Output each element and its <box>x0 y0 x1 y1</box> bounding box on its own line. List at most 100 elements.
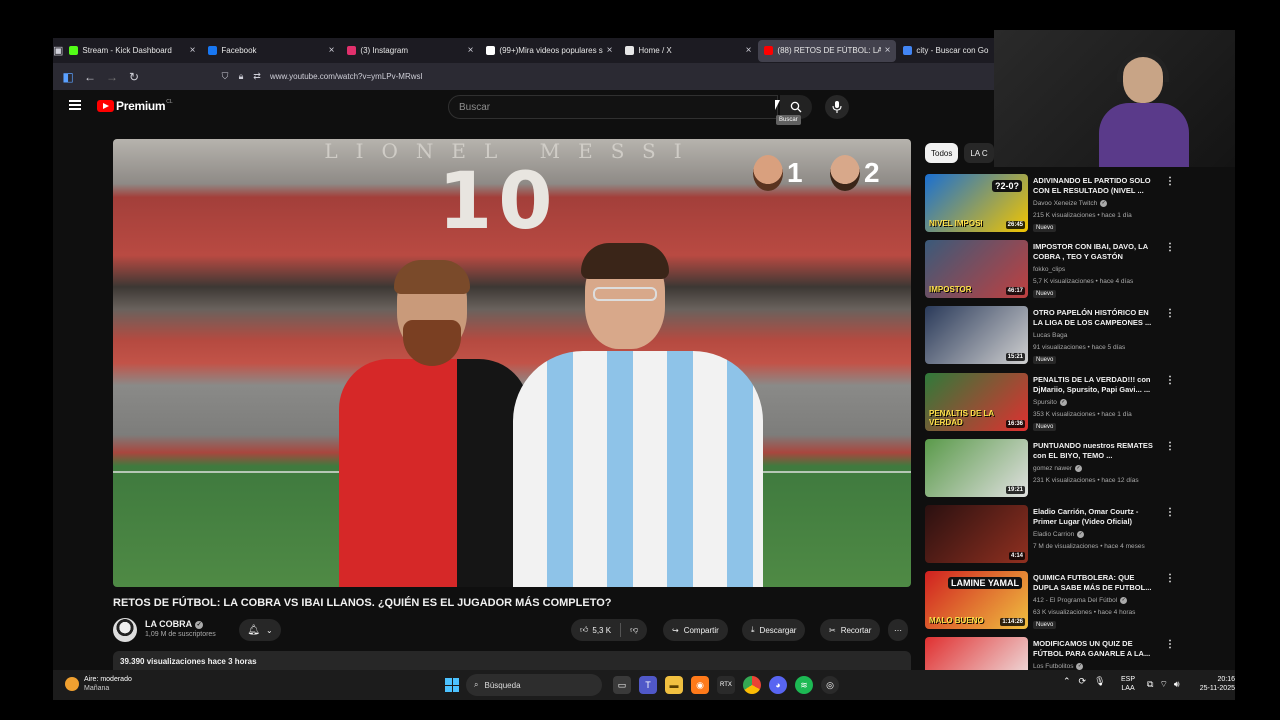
tab-close-icon[interactable]: × <box>468 45 474 56</box>
like-button[interactable]: 👍︎ 5,3 K <box>580 625 611 635</box>
chevron-up-icon[interactable]: ⌃ <box>1063 676 1071 687</box>
address-bar[interactable]: ⛉ 🔒︎ ⇄ www.youtube.com/watch?v=ymLPv-MRw… <box>218 66 948 87</box>
recommended-title[interactable]: PENALTIS DE LA VERDAD!!! con DjMariio, S… <box>1033 375 1159 395</box>
chrome-icon[interactable] <box>743 676 761 694</box>
more-options-icon[interactable]: ⋮ <box>1165 573 1175 584</box>
search-placeholder: Buscar <box>459 101 491 113</box>
recommended-video[interactable]: MALO BUENO LAMINE YAMAL 1:14:26 QUIMICA FUT… <box>925 571 1175 637</box>
recommended-video[interactable]: 4:14 Eladio Carrión, Omar Courtz - Primer… <box>925 504 1175 571</box>
youtube-logo[interactable]: Premium CL <box>97 99 173 113</box>
notification-bell-button[interactable]: 🔔︎ ⌄ <box>239 619 281 641</box>
tab-close-icon[interactable]: × <box>190 45 196 56</box>
sidebar-toggle-icon[interactable]: ◧ <box>57 66 79 88</box>
video-thumbnail[interactable]: 19:21 <box>925 438 1028 497</box>
verified-icon: ✓ <box>1059 398 1067 406</box>
windows-start-icon[interactable] <box>445 678 459 692</box>
tab-close-icon[interactable]: × <box>885 45 891 56</box>
recommended-video[interactable]: PENALTIS DE LA VERDAD 16:36 PENALTIS DE LA… <box>925 372 1175 439</box>
reload-button[interactable]: ↻ <box>123 66 145 88</box>
language-indicator[interactable]: ESP LAA <box>1121 675 1135 693</box>
more-options-icon[interactable]: ⋮ <box>1165 176 1175 187</box>
mic-tray-icon[interactable]: 🎙︎ <box>1094 676 1105 687</box>
video-duration: 16:36 <box>1005 419 1025 428</box>
browser-tab[interactable]: (3) Instagram × <box>341 40 479 62</box>
clip-button[interactable]: ✂ Recortar <box>820 619 881 641</box>
chip-la-cobra[interactable]: LA C <box>964 143 994 163</box>
recommended-video[interactable]: IMPOSTOR 46:17 IMPOSTOR CON IBAI, DAVO, LA… <box>925 240 1175 306</box>
video-thumbnail[interactable]: NIVEL IMPOSI ?2-0? 26:45 <box>925 174 1028 232</box>
voice-search-button[interactable] <box>825 95 849 119</box>
recommended-channel[interactable]: Spursito ✓ <box>1033 398 1067 406</box>
recommended-channel[interactable]: gomez nawer ✓ <box>1033 464 1083 472</box>
teams-icon[interactable]: T <box>639 676 657 694</box>
display-icon: ⧉ <box>1147 679 1154 689</box>
recommended-video[interactable]: 15:21 OTRO PAPELÓN HISTÓRICO EN LA LIGA D… <box>925 306 1175 372</box>
firefox-icon[interactable]: ◉ <box>691 676 709 694</box>
recommended-title[interactable]: ADIVINANDO EL PARTIDO SOLO CON EL RESULT… <box>1033 176 1159 196</box>
recommended-title[interactable]: OTRO PAPELÓN HISTÓRICO EN LA LIGA DE LOS… <box>1033 308 1159 328</box>
recommended-channel[interactable]: Lucas Baga <box>1033 332 1067 339</box>
back-button[interactable]: ← <box>79 66 101 88</box>
recommended-channel[interactable]: fokko_clips <box>1033 266 1065 273</box>
video-thumbnail[interactable]: MALO BUENO LAMINE YAMAL 1:14:26 <box>925 571 1028 630</box>
tab-close-icon[interactable]: × <box>329 45 335 56</box>
recommended-meta: 215 K visualizaciones • hace 1 día <box>1033 212 1132 219</box>
channel-name[interactable]: LA COBRA ✓ <box>145 619 204 629</box>
more-options-icon[interactable]: ⋮ <box>1165 507 1175 518</box>
browser-tab[interactable]: Facebook × <box>202 40 340 62</box>
recommended-title[interactable]: Eladio Carrión, Omar Courtz - Primer Lug… <box>1033 507 1159 527</box>
video-thumbnail[interactable]: IMPOSTOR 46:17 <box>925 240 1028 299</box>
tab-close-icon[interactable]: × <box>746 45 752 56</box>
browser-tab[interactable]: (99+)Mira videos populares sob × <box>480 40 618 62</box>
more-actions-button[interactable]: ⋯ <box>888 619 908 641</box>
permissions-icon[interactable]: ⇄ <box>250 71 264 82</box>
stream-app-icon[interactable]: RTX <box>717 676 735 694</box>
more-options-icon[interactable]: ⋮ <box>1165 308 1175 319</box>
recommended-channel[interactable]: Eladio Carrion ✓ <box>1033 530 1085 538</box>
tab-list-icon[interactable]: ▣ <box>53 38 63 63</box>
quick-settings[interactable]: ⧉ ⌔ 🔊︎ <box>1147 679 1180 690</box>
dislike-button[interactable]: 👎︎ <box>630 625 638 635</box>
recommended-video[interactable]: 19:21 PUNTUANDO nuestros REMATES con EL B… <box>925 438 1175 505</box>
video-thumbnail[interactable]: PENALTIS DE LA VERDAD 16:36 <box>925 372 1028 431</box>
file-explorer-icon[interactable]: ▬ <box>665 676 683 694</box>
obs-icon[interactable]: ◎ <box>821 676 839 694</box>
recommended-title[interactable]: QUIMICA FUTBOLERA: QUE DUPLA SABE MÁS DE… <box>1033 573 1159 593</box>
person-right <box>513 243 763 587</box>
recommended-title[interactable]: PUNTUANDO nuestros REMATES con EL BIYO, … <box>1033 441 1159 461</box>
recommended-title[interactable]: IMPOSTOR CON IBAI, DAVO, LA COBRA , TEO … <box>1033 242 1159 262</box>
video-thumbnail[interactable]: 4:14 <box>925 504 1028 563</box>
more-options-icon[interactable]: ⋮ <box>1165 242 1175 253</box>
more-options-icon[interactable]: ⋮ <box>1165 375 1175 386</box>
chip-todos[interactable]: Todos <box>925 143 959 163</box>
clock[interactable]: 20:16 25-11-2025 <box>1195 675 1235 693</box>
spotify-icon[interactable]: ≋ <box>795 676 813 694</box>
browser-tab[interactable]: Home / X × <box>619 40 757 62</box>
taskbar-search[interactable]: ⌕ Búsqueda <box>466 674 602 696</box>
recommended-title[interactable]: MODIFICAMOS UN QUIZ DE FÚTBOL PARA GANAR… <box>1033 639 1159 659</box>
more-options-icon[interactable]: ⋮ <box>1165 639 1175 650</box>
task-view-icon[interactable]: ▭ <box>613 676 631 694</box>
more-options-icon[interactable]: ⋮ <box>1165 441 1175 452</box>
url-text[interactable]: www.youtube.com/watch?v=ymLPv-MRwsI <box>270 72 423 81</box>
shield-icon[interactable]: ⛉ <box>218 71 232 82</box>
download-button[interactable]: ⤓ Descargar <box>742 619 806 641</box>
video-thumbnail[interactable]: 15:21 <box>925 306 1028 365</box>
network-app-icon[interactable]: ⟳ <box>1079 676 1087 687</box>
channel-avatar[interactable] <box>113 618 137 642</box>
recommended-video[interactable]: NIVEL IMPOSI ?2-0? 26:45 ADIVINANDO EL PART… <box>925 174 1175 240</box>
forward-button[interactable]: → <box>101 66 123 88</box>
video-player[interactable]: LIONEL MESSI 10 1 2 <box>113 139 911 587</box>
recommended-channel[interactable]: Davoo Xeneize Twitch ✓ <box>1033 200 1108 207</box>
tab-close-icon[interactable]: × <box>607 45 613 56</box>
browser-tab[interactable]: Stream - Kick Dashboard × <box>63 40 201 62</box>
discord-icon[interactable]: ◕ <box>769 676 787 694</box>
search-input[interactable]: Buscar <box>448 95 778 119</box>
views-and-date: 39.390 visualizaciones hace 3 horas <box>120 657 257 666</box>
recommended-channel[interactable]: 412 - El Programa Del Fútbol ✓ <box>1033 597 1128 604</box>
lock-icon[interactable]: 🔒︎ <box>234 71 248 82</box>
menu-icon[interactable] <box>69 100 81 110</box>
browser-tab[interactable]: (88) RETOS DE FÚTBOL: LA × <box>758 39 897 62</box>
share-button[interactable]: ↪ Compartir <box>663 619 728 641</box>
recommended-channel-name: fokko_clips <box>1033 266 1066 274</box>
